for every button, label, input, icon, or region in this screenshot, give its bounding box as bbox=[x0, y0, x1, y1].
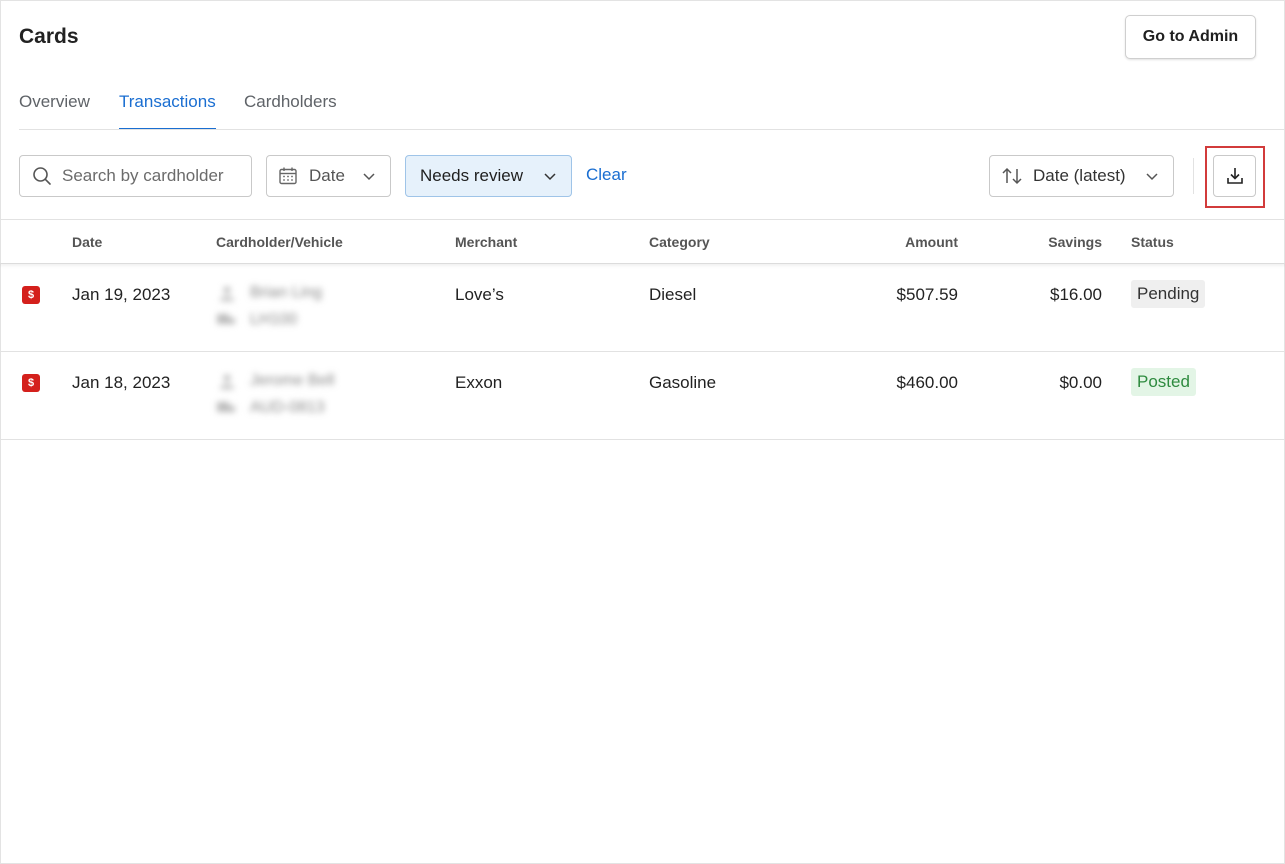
cardholder-line: Brian Ling bbox=[216, 284, 322, 302]
tab-transactions[interactable]: Transactions bbox=[119, 86, 216, 130]
cardholder-name: Jerome Bell bbox=[250, 372, 335, 389]
vehicle-line: LH100 bbox=[216, 311, 297, 329]
needs-review-label: Needs review bbox=[420, 166, 523, 185]
column-header-merchant[interactable]: Merchant bbox=[455, 234, 517, 250]
status-badge: Posted bbox=[1131, 368, 1196, 396]
merchant: Love’s bbox=[455, 285, 504, 304]
merchant: Exxon bbox=[455, 373, 503, 392]
table-header: Date Cardholder/Vehicle Merchant Categor… bbox=[0, 220, 1285, 264]
savings: $0.00 bbox=[1059, 373, 1102, 392]
person-icon bbox=[216, 285, 238, 301]
tab-bar: Overview Transactions Cardholders bbox=[19, 86, 1285, 130]
date-filter-label: Date bbox=[309, 166, 345, 185]
column-header-savings[interactable]: Savings bbox=[1048, 234, 1102, 250]
truck-icon bbox=[216, 400, 238, 416]
tabs-divider bbox=[19, 129, 1285, 130]
search-icon bbox=[33, 167, 51, 185]
table-row[interactable]: $ Jan 19, 2023 Brian Ling LH100 Love’s D… bbox=[0, 264, 1285, 352]
clear-filters-link[interactable]: Clear bbox=[586, 165, 627, 185]
calendar-icon bbox=[279, 167, 297, 185]
chevron-down-icon bbox=[544, 173, 556, 181]
chevron-down-icon bbox=[363, 173, 375, 181]
go-to-admin-button[interactable]: Go to Admin bbox=[1125, 15, 1256, 59]
table-row[interactable]: $ Jan 18, 2023 Jerome Bell AUD-0813 Exxo… bbox=[0, 352, 1285, 440]
toolbar-divider bbox=[1193, 158, 1194, 194]
truck-icon bbox=[216, 312, 238, 328]
sort-arrows-icon bbox=[1002, 167, 1022, 185]
column-header-category[interactable]: Category bbox=[649, 234, 710, 250]
vehicle-line: AUD-0813 bbox=[216, 399, 325, 417]
sort-dropdown[interactable]: Date (latest) bbox=[989, 155, 1174, 197]
amount: $460.00 bbox=[896, 373, 958, 392]
download-button[interactable] bbox=[1213, 155, 1256, 197]
column-header-cardholder[interactable]: Cardholder/Vehicle bbox=[216, 234, 343, 250]
column-header-date[interactable]: Date bbox=[72, 234, 102, 250]
card-icon: $ bbox=[22, 286, 40, 304]
tab-overview[interactable]: Overview bbox=[19, 86, 90, 130]
search-field[interactable] bbox=[19, 155, 252, 197]
needs-review-dropdown[interactable]: Needs review bbox=[405, 155, 572, 197]
cardholder-name: Brian Ling bbox=[250, 284, 323, 301]
cardholder-line: Jerome Bell bbox=[216, 372, 334, 390]
transaction-date: Jan 19, 2023 bbox=[72, 285, 171, 304]
vehicle-id: AUD-0813 bbox=[250, 399, 325, 416]
column-header-status[interactable]: Status bbox=[1131, 234, 1174, 250]
status-badge: Pending bbox=[1131, 280, 1206, 308]
column-header-amount[interactable]: Amount bbox=[905, 234, 958, 250]
sort-label: Date (latest) bbox=[1033, 166, 1126, 185]
person-icon bbox=[216, 373, 238, 389]
transaction-date: Jan 18, 2023 bbox=[72, 373, 171, 392]
chevron-down-icon bbox=[1146, 173, 1158, 181]
category: Diesel bbox=[649, 285, 697, 304]
amount: $507.59 bbox=[896, 285, 958, 304]
savings: $16.00 bbox=[1050, 285, 1102, 304]
page-title: Cards bbox=[19, 25, 79, 48]
tab-cardholders[interactable]: Cardholders bbox=[244, 86, 337, 130]
search-input[interactable] bbox=[62, 166, 242, 186]
vehicle-id: LH100 bbox=[250, 311, 298, 328]
download-icon bbox=[1226, 168, 1243, 184]
date-filter-dropdown[interactable]: Date bbox=[266, 155, 391, 197]
category: Gasoline bbox=[649, 373, 717, 392]
card-icon: $ bbox=[22, 374, 40, 392]
